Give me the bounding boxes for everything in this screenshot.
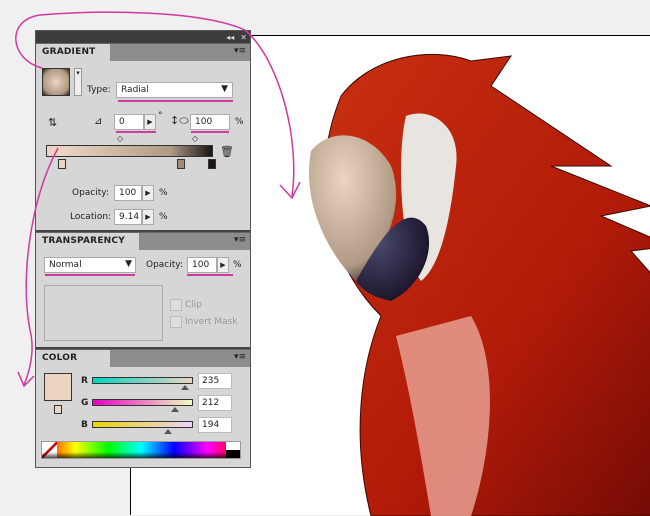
annotation-arrows — [15, 11, 301, 388]
